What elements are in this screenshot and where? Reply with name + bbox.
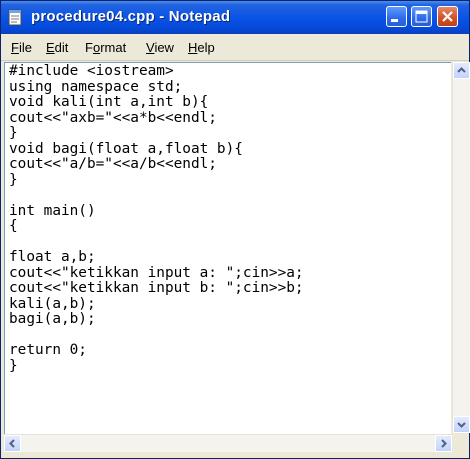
arrow-right-icon — [441, 439, 447, 448]
menu-file[interactable]: File — [11, 40, 32, 55]
scroll-left-button[interactable] — [4, 435, 21, 452]
minimize-button[interactable] — [386, 6, 407, 27]
title-bar[interactable]: procedure04.cpp - Notepad — [1, 1, 469, 34]
close-icon — [442, 11, 453, 22]
arrow-up-icon — [457, 67, 466, 73]
menu-edit[interactable]: Edit — [46, 40, 68, 55]
maximize-button[interactable] — [411, 6, 432, 27]
notepad-icon[interactable] — [7, 9, 23, 26]
vertical-scrollbar[interactable] — [452, 62, 470, 433]
menu-view[interactable]: View — [146, 40, 174, 55]
text-editor[interactable]: #include <iostream> using namespace std;… — [4, 62, 451, 434]
scroll-down-button[interactable] — [453, 416, 470, 433]
scroll-up-button[interactable] — [453, 62, 470, 79]
scroll-right-button[interactable] — [435, 435, 452, 452]
editor-content[interactable]: #include <iostream> using namespace std;… — [9, 63, 304, 374]
minimize-icon — [391, 19, 398, 22]
menu-format[interactable]: Format — [85, 40, 126, 55]
arrow-left-icon — [9, 439, 15, 448]
horizontal-scrollbar[interactable] — [4, 434, 452, 452]
size-grip[interactable] — [452, 434, 469, 451]
maximize-icon — [415, 10, 428, 23]
window-title: procedure04.cpp - Notepad — [31, 8, 231, 25]
notepad-window: procedure04.cpp - Notepad File Edit Form… — [0, 0, 470, 459]
arrow-down-icon — [457, 422, 466, 428]
menu-bar: File Edit Format View Help — [1, 35, 469, 61]
close-button[interactable] — [437, 6, 458, 27]
menu-help[interactable]: Help — [188, 40, 215, 55]
